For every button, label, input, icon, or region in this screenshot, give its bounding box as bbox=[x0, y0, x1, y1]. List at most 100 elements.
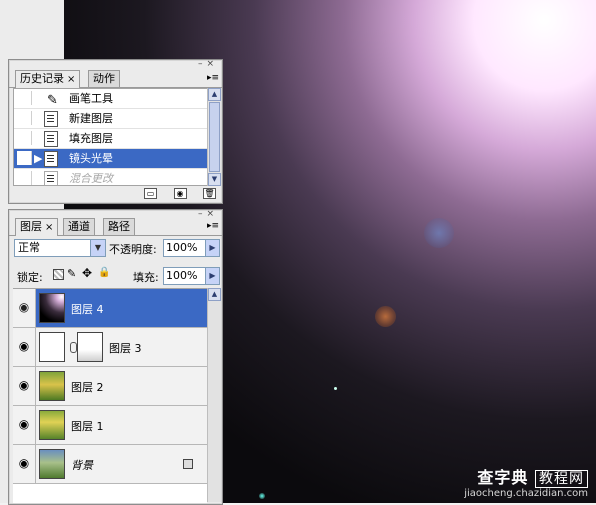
layer-name[interactable]: 图层 2 bbox=[71, 379, 104, 395]
tab-actions-label: 动作 bbox=[93, 72, 115, 85]
layer-row[interactable]: ◉ 图层 2 bbox=[13, 367, 207, 406]
layer-mask-thumbnail[interactable] bbox=[77, 332, 103, 362]
layers-panel-titlebar[interactable]: –× bbox=[9, 209, 222, 219]
history-item-label: 镜头光晕 bbox=[69, 152, 113, 165]
layer-thumbnail bbox=[39, 371, 65, 401]
scroll-thumb[interactable] bbox=[209, 102, 220, 172]
history-list: ✎ 画笔工具 新建图层 填充图层 ▶ 镜头光晕 混合更改 bbox=[13, 88, 213, 186]
layers-scrollbar[interactable]: ▲ bbox=[207, 288, 221, 502]
visibility-toggle[interactable]: ◉ bbox=[13, 367, 36, 405]
tab-paths[interactable]: 路径 bbox=[103, 218, 135, 235]
history-item-selected[interactable]: ▶ 镜头光晕 bbox=[14, 149, 212, 169]
history-scrollbar[interactable]: ▲ ▼ bbox=[207, 88, 221, 186]
eye-icon[interactable]: ◉ bbox=[15, 376, 33, 394]
panel-menu-icon[interactable]: ▸≡ bbox=[207, 221, 219, 231]
lock-label: 锁定: bbox=[17, 271, 43, 284]
history-tabs: 历史记录 × 动作 ▸≡ bbox=[9, 70, 222, 88]
lens-flare-teal-dot bbox=[259, 493, 265, 499]
visibility-toggle[interactable]: ◉ bbox=[13, 328, 36, 366]
lens-flare-orange-orb bbox=[375, 306, 396, 327]
fill-label: 填充: bbox=[133, 271, 159, 284]
watermark-brand: 查字典 bbox=[477, 468, 529, 487]
chevron-down-icon[interactable]: ▼ bbox=[90, 240, 105, 256]
opacity-value: 100% bbox=[166, 241, 198, 254]
history-item[interactable]: ✎ 画笔工具 bbox=[14, 89, 212, 109]
history-step-icon bbox=[44, 171, 58, 185]
history-state-pointer-icon: ▶ bbox=[34, 152, 43, 165]
history-step-icon bbox=[44, 111, 58, 127]
eye-icon[interactable]: ◉ bbox=[15, 415, 33, 433]
snapshot-source-checkbox[interactable] bbox=[17, 91, 32, 105]
snapshot-source-checkbox[interactable] bbox=[17, 151, 32, 165]
eye-icon[interactable]: ◉ bbox=[15, 337, 33, 355]
history-item-label: 填充图层 bbox=[69, 132, 113, 145]
tab-history-label: 历史记录 bbox=[20, 72, 64, 85]
layer-name[interactable]: 图层 3 bbox=[109, 340, 142, 356]
fill-input[interactable]: 100% ▶ bbox=[163, 267, 220, 285]
tab-close-icon[interactable]: × bbox=[45, 222, 53, 233]
history-panel-titlebar[interactable]: –× bbox=[9, 59, 222, 70]
visibility-toggle[interactable]: ◉ bbox=[13, 289, 36, 327]
layer-thumbnail bbox=[39, 293, 65, 323]
layers-panel: –× 图层 × 通道 路径 ▸≡ 正常 ▼ 不透明度: 100% ▶ 锁定: ✎ … bbox=[8, 209, 223, 505]
new-document-from-state-icon[interactable]: ▭ bbox=[144, 188, 157, 199]
history-item[interactable]: 填充图层 bbox=[14, 129, 212, 149]
scroll-up-icon[interactable]: ▲ bbox=[208, 288, 221, 301]
eye-icon[interactable]: ◉ bbox=[15, 298, 33, 316]
tab-layers[interactable]: 图层 × bbox=[15, 218, 59, 236]
opacity-slider-arrow-icon[interactable]: ▶ bbox=[205, 240, 219, 256]
new-snapshot-icon[interactable]: ◉ bbox=[173, 188, 187, 199]
blend-mode-value: 正常 bbox=[18, 241, 40, 254]
layer-row-background[interactable]: ◉ 背景 bbox=[13, 445, 207, 484]
tab-actions[interactable]: 动作 bbox=[88, 70, 120, 87]
lock-pixels-brush-icon[interactable]: ✎ bbox=[67, 267, 76, 280]
history-step-icon bbox=[44, 131, 58, 147]
tab-channels[interactable]: 通道 bbox=[63, 218, 95, 235]
layer-row-selected[interactable]: ◉ 图层 4 bbox=[13, 289, 207, 328]
history-item-label: 混合更改 bbox=[69, 172, 113, 185]
watermark: 查字典 教程网 jiaocheng.chazidian.com bbox=[464, 464, 588, 499]
scroll-down-icon[interactable]: ▼ bbox=[208, 173, 221, 186]
watermark-brand-box: 教程网 bbox=[535, 470, 588, 488]
tab-history[interactable]: 历史记录 × bbox=[15, 70, 81, 88]
lock-position-move-icon[interactable]: ✥ bbox=[82, 266, 92, 280]
panel-menu-icon[interactable]: ▸≡ bbox=[207, 73, 219, 83]
history-item-label: 画笔工具 bbox=[69, 92, 113, 105]
lock-transparency-icon[interactable] bbox=[53, 269, 64, 280]
layers-list: ◉ 图层 4 ◉ 图层 3 ◉ 图层 2 ◉ 图层 1 ◉ 背景 bbox=[13, 288, 207, 503]
history-step-icon bbox=[44, 151, 58, 167]
history-item-disabled[interactable]: 混合更改 bbox=[14, 169, 212, 185]
blend-mode-select[interactable]: 正常 ▼ bbox=[14, 239, 106, 257]
visibility-toggle[interactable]: ◉ bbox=[13, 445, 36, 483]
eye-icon[interactable]: ◉ bbox=[15, 454, 33, 472]
tab-paths-label: 路径 bbox=[108, 220, 130, 233]
history-panel: –× 历史记录 × 动作 ▸≡ ✎ 画笔工具 新建图层 填充图层 ▶ 镜头光晕 … bbox=[8, 59, 223, 204]
layer-row[interactable]: ◉ 图层 1 bbox=[13, 406, 207, 445]
lock-all-icon[interactable]: 🔒 bbox=[98, 267, 110, 278]
fill-slider-arrow-icon[interactable]: ▶ bbox=[205, 268, 219, 284]
history-item[interactable]: 新建图层 bbox=[14, 109, 212, 129]
layer-row[interactable]: ◉ 图层 3 bbox=[13, 328, 207, 367]
layer-name[interactable]: 背景 bbox=[71, 457, 93, 473]
snapshot-source-checkbox[interactable] bbox=[17, 131, 32, 145]
layers-tabs: 图层 × 通道 路径 ▸≡ bbox=[9, 218, 222, 236]
fill-value: 100% bbox=[166, 269, 198, 282]
snapshot-source-checkbox[interactable] bbox=[17, 111, 32, 125]
lens-flare-blue-orb bbox=[424, 218, 454, 248]
opacity-label: 不透明度: bbox=[109, 243, 157, 256]
brush-icon: ✎ bbox=[47, 93, 58, 108]
snapshot-source-checkbox[interactable] bbox=[17, 171, 32, 185]
layer-name[interactable]: 图层 4 bbox=[71, 301, 104, 317]
mask-link-icon[interactable] bbox=[70, 342, 77, 353]
visibility-toggle[interactable]: ◉ bbox=[13, 406, 36, 444]
tab-channels-label: 通道 bbox=[68, 220, 90, 233]
lens-flare-small-dot bbox=[334, 387, 337, 390]
tab-close-icon[interactable]: × bbox=[67, 74, 75, 85]
layer-name[interactable]: 图层 1 bbox=[71, 418, 104, 434]
layer-thumbnail bbox=[39, 449, 65, 479]
opacity-input[interactable]: 100% ▶ bbox=[163, 239, 220, 257]
close-icon[interactable]: × bbox=[206, 59, 218, 69]
trash-icon[interactable]: 🗑 bbox=[203, 188, 216, 199]
scroll-up-icon[interactable]: ▲ bbox=[208, 88, 221, 101]
layer-thumbnail bbox=[39, 410, 65, 440]
